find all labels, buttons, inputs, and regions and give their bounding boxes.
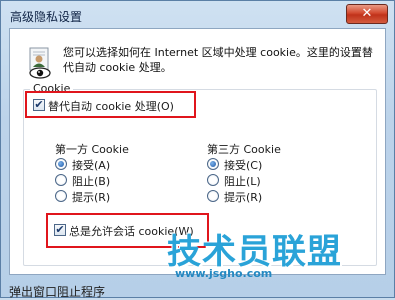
override-checkbox-highlight [25, 91, 196, 118]
intro-description: 您可以选择如何在 Internet 区域中处理 cookie。这里的设置替代自动… [63, 46, 373, 74]
first-party-accept-radio[interactable] [55, 158, 67, 170]
first-party-block-label[interactable]: 阻止(B) [72, 173, 110, 189]
third-party-block-radio[interactable] [207, 174, 219, 186]
cookie-groupbox: Cookie ✔ 替代自动 cookie 处理(O) 第一方 Cookie 接受… [23, 82, 377, 266]
third-party-heading: 第三方 Cookie [207, 143, 281, 156]
close-button[interactable]: ✕ [346, 4, 388, 24]
dialog-content: 您可以选择如何在 Internet 区域中处理 cookie。这里的设置替代自动… [9, 28, 386, 275]
first-party-accept-label[interactable]: 接受(A) [72, 157, 110, 173]
window-title: 高级隐私设置 [10, 10, 83, 24]
third-party-accept-label[interactable]: 接受(C) [224, 157, 262, 173]
third-party-accept-radio[interactable] [207, 158, 219, 170]
session-checkbox-highlight [46, 213, 209, 248]
first-party-prompt-radio[interactable] [55, 190, 67, 202]
third-party-prompt-radio[interactable] [207, 190, 219, 202]
title-bar[interactable]: 高级隐私设置 ✕ [1, 1, 394, 29]
first-party-block-radio[interactable] [55, 174, 67, 186]
first-party-heading: 第一方 Cookie [55, 143, 129, 156]
third-party-prompt-label[interactable]: 提示(R) [224, 189, 262, 205]
third-party-block-label[interactable]: 阻止(L) [224, 173, 261, 189]
privacy-document-eye-icon [29, 47, 51, 79]
advanced-privacy-settings-dialog: 高级隐私设置 ✕ 您可以选择如何在 Internet 区域中处理 cookie。… [0, 0, 395, 299]
background-window-text: 弹出窗口阻止程序 [9, 285, 106, 299]
first-party-prompt-label[interactable]: 提示(R) [72, 189, 110, 205]
